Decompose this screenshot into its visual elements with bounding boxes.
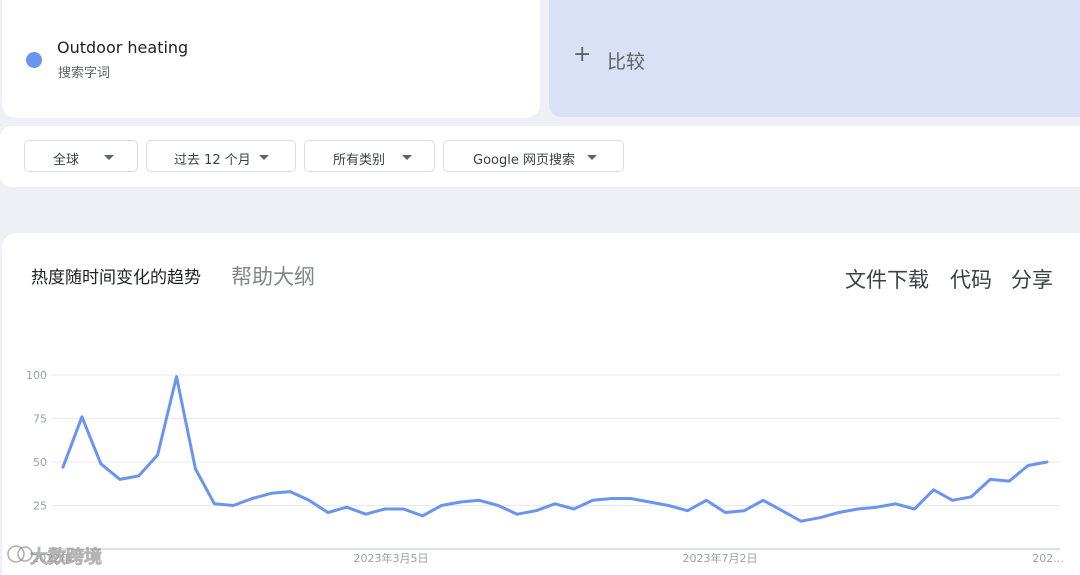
y-axis-ticks: 100 75 50 25 (26, 369, 47, 513)
watermark-logo-icon (7, 545, 33, 563)
y-tick-label: 50 (33, 456, 47, 469)
x-axis-ticks: 2022年... 2023年3月5日 2023年7月2日 202... (32, 551, 1063, 565)
watermark-text: 大数跨境 (30, 546, 102, 568)
y-tick-label: 25 (33, 500, 47, 513)
series-line[interactable] (61, 375, 1049, 523)
chart-series[interactable] (61, 375, 1049, 523)
y-tick-label: 100 (26, 369, 47, 382)
x-tick-label: 2023年7月2日 (683, 551, 758, 565)
x-tick-label: 2023年3月5日 (354, 551, 429, 565)
y-tick-label: 75 (33, 413, 47, 426)
trend-line-chart: 100755025 2022年... 2023年3月5日 2023年7月2日 202.… (7, 369, 1064, 568)
x-tick-label: 202... (1032, 552, 1064, 565)
